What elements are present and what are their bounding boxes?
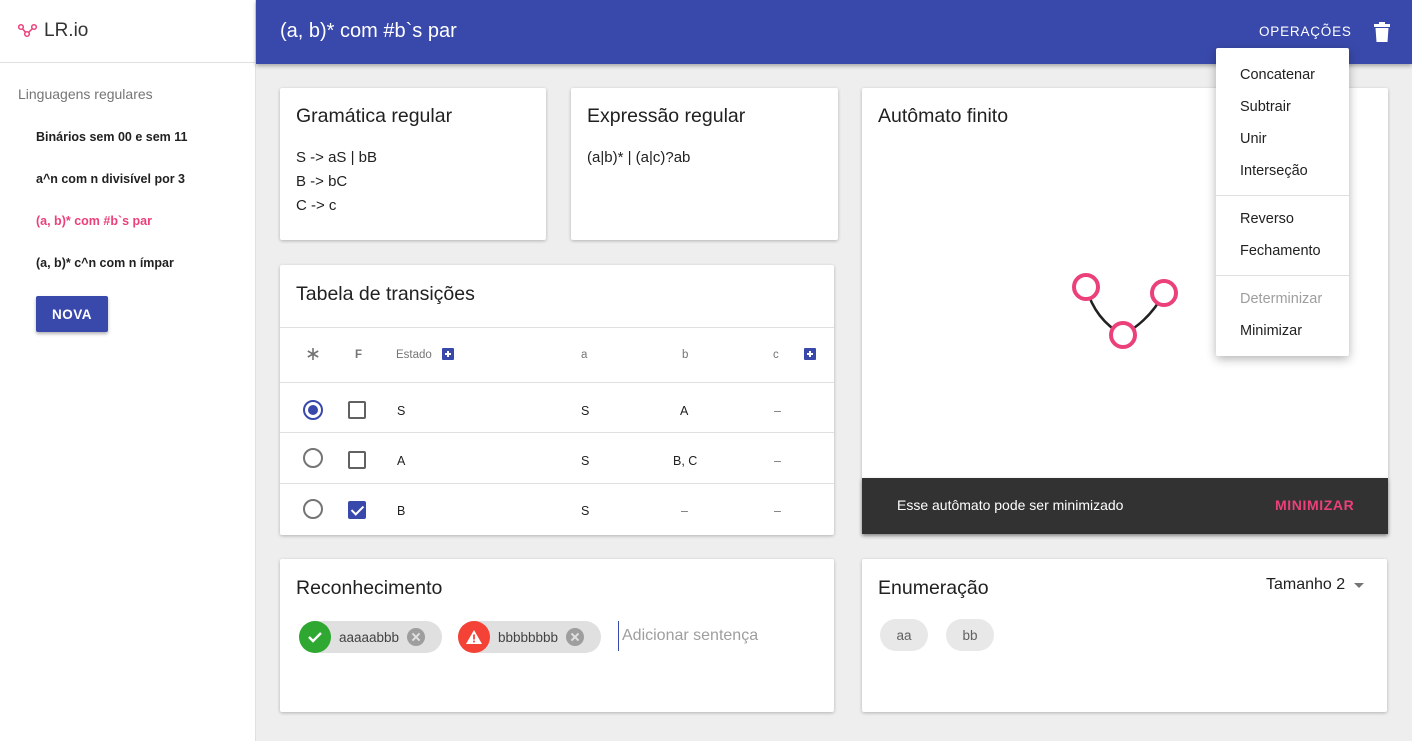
menu-item-intersecao[interactable]: Interseção — [1240, 163, 1308, 179]
sidebar-item-an-div3[interactable]: a^n com n divisível por 3 — [0, 158, 255, 200]
remove-chip-icon[interactable] — [566, 628, 585, 646]
transition-cell[interactable]: B, C — [673, 454, 697, 468]
transition-cell[interactable]: – — [774, 454, 781, 468]
add-symbol-icon[interactable] — [804, 348, 816, 360]
enumerated-word: aa — [880, 619, 928, 651]
table-title: Tabela de transições — [296, 283, 475, 305]
size-select-value: Tamanho 2 — [1266, 576, 1346, 593]
trash-icon[interactable] — [1373, 22, 1391, 42]
recognition-title: Reconhecimento — [296, 577, 443, 599]
menu-item-determinizar: Determinizar — [1240, 291, 1323, 307]
graph-logo-icon — [18, 23, 38, 38]
sentence-chip-rejected[interactable]: bbbbbbbb — [458, 621, 601, 653]
brand-name: LR.io — [44, 20, 89, 41]
initial-radio[interactable] — [303, 400, 323, 420]
regex-card: Expressão regular (a|b)* | (a|c)?ab — [571, 88, 838, 240]
automaton-graph[interactable] — [1062, 268, 1192, 358]
menu-item-minimizar[interactable]: Minimizar — [1240, 323, 1302, 339]
menu-item-fechamento[interactable]: Fechamento — [1240, 243, 1321, 259]
grammar-line: C -> c — [296, 197, 337, 214]
check-icon — [299, 621, 331, 653]
menu-divider — [1216, 195, 1349, 196]
sidebar-item-ab-par[interactable]: (a, b)* com #b`s par — [0, 200, 255, 242]
grammar-line: B -> bC — [296, 173, 348, 190]
operations-button[interactable]: OPERAÇÕES — [1259, 24, 1352, 39]
table-header-row: F Estado a b c — [280, 327, 834, 383]
regex-value[interactable]: (a|b)* | (a|c)?ab — [587, 146, 690, 170]
automaton-state — [1150, 279, 1178, 307]
recognition-card: Reconhecimento aaaaabbb bbbbbbbb — [280, 559, 834, 712]
menu-item-unir[interactable]: Unir — [1240, 131, 1267, 147]
chip-text: aaaaabbb — [339, 629, 400, 645]
transition-cell[interactable]: S — [581, 504, 589, 518]
initial-radio[interactable] — [303, 499, 323, 519]
snackbar: Esse autômato pode ser minimizado MINIMI… — [862, 478, 1388, 534]
regex-title: Expressão regular — [587, 105, 746, 127]
brand[interactable]: LR.io — [0, 0, 255, 63]
new-language-button[interactable]: NOVA — [36, 296, 108, 332]
remove-chip-icon[interactable] — [407, 628, 426, 646]
sidebar-item-binarios[interactable]: Binários sem 00 e sem 11 — [0, 116, 255, 158]
transition-cell[interactable]: S — [581, 404, 589, 418]
final-checkbox[interactable] — [348, 451, 366, 469]
state-name[interactable]: S — [397, 404, 405, 418]
snackbar-text: Esse autômato pode ser minimizado — [897, 497, 1124, 513]
transition-cell[interactable]: – — [774, 404, 781, 418]
menu-item-reverso[interactable]: Reverso — [1240, 211, 1294, 227]
operations-menu: Concatenar Subtrair Unir Interseção Reve… — [1216, 48, 1349, 356]
state-name[interactable]: B — [397, 504, 405, 518]
size-select[interactable]: Tamanho 2 — [1266, 576, 1365, 594]
automaton-title: Autômato finito — [878, 105, 1009, 127]
table-row: S S A – — [280, 383, 834, 433]
header-state: Estado — [396, 349, 432, 361]
sidebar-item-ab-cn-impar[interactable]: (a, b)* c^n com n ímpar — [0, 242, 255, 284]
enumeration-card: Enumeração Tamanho 2 aa bb — [862, 559, 1387, 712]
table-rows: S S A – A S B, C – B S – – — [280, 383, 834, 535]
sidebar: LR.io Linguagens regulares Binários sem … — [0, 0, 256, 741]
transition-cell[interactable]: S — [581, 454, 589, 468]
header-symbol-a: a — [581, 349, 588, 361]
final-checkbox[interactable] — [348, 501, 366, 519]
final-checkbox[interactable] — [348, 401, 366, 419]
grammar-line: S -> aS | bB — [296, 149, 378, 166]
asterisk-icon — [307, 348, 319, 360]
sidebar-subtitle: Linguagens regulares — [18, 86, 153, 102]
menu-item-concatenar[interactable]: Concatenar — [1240, 67, 1315, 83]
state-name[interactable]: A — [397, 454, 405, 468]
header-final: F — [355, 349, 363, 361]
header-symbol-b: b — [682, 349, 689, 361]
grammar-title: Gramática regular — [296, 105, 453, 127]
transition-cell[interactable]: A — [680, 404, 688, 418]
warning-icon — [458, 621, 490, 653]
add-state-icon[interactable] — [442, 348, 454, 360]
automaton-state — [1109, 321, 1137, 349]
enumerated-word: bb — [946, 619, 994, 651]
grammar-card: Gramática regular S -> aS | bB B -> bC C… — [280, 88, 546, 240]
transition-cell[interactable]: – — [681, 504, 688, 518]
enumeration-title: Enumeração — [878, 577, 989, 599]
page-title: (a, b)* com #b`s par — [280, 20, 457, 42]
table-row: A S B, C – — [280, 434, 834, 484]
transition-cell[interactable]: – — [774, 504, 781, 518]
dropdown-caret-icon — [1354, 582, 1365, 588]
sentence-input[interactable] — [618, 621, 818, 651]
sentence-chip-accepted[interactable]: aaaaabbb — [299, 621, 442, 653]
initial-radio[interactable] — [303, 448, 323, 468]
minimize-action-button[interactable]: MINIMIZAR — [1275, 497, 1354, 513]
automaton-state — [1072, 273, 1100, 301]
menu-item-subtrair[interactable]: Subtrair — [1240, 99, 1291, 115]
chip-text: bbbbbbbb — [498, 629, 559, 645]
menu-divider — [1216, 275, 1349, 276]
header-symbol-c: c — [773, 349, 779, 361]
table-row: B S – – — [280, 484, 834, 534]
